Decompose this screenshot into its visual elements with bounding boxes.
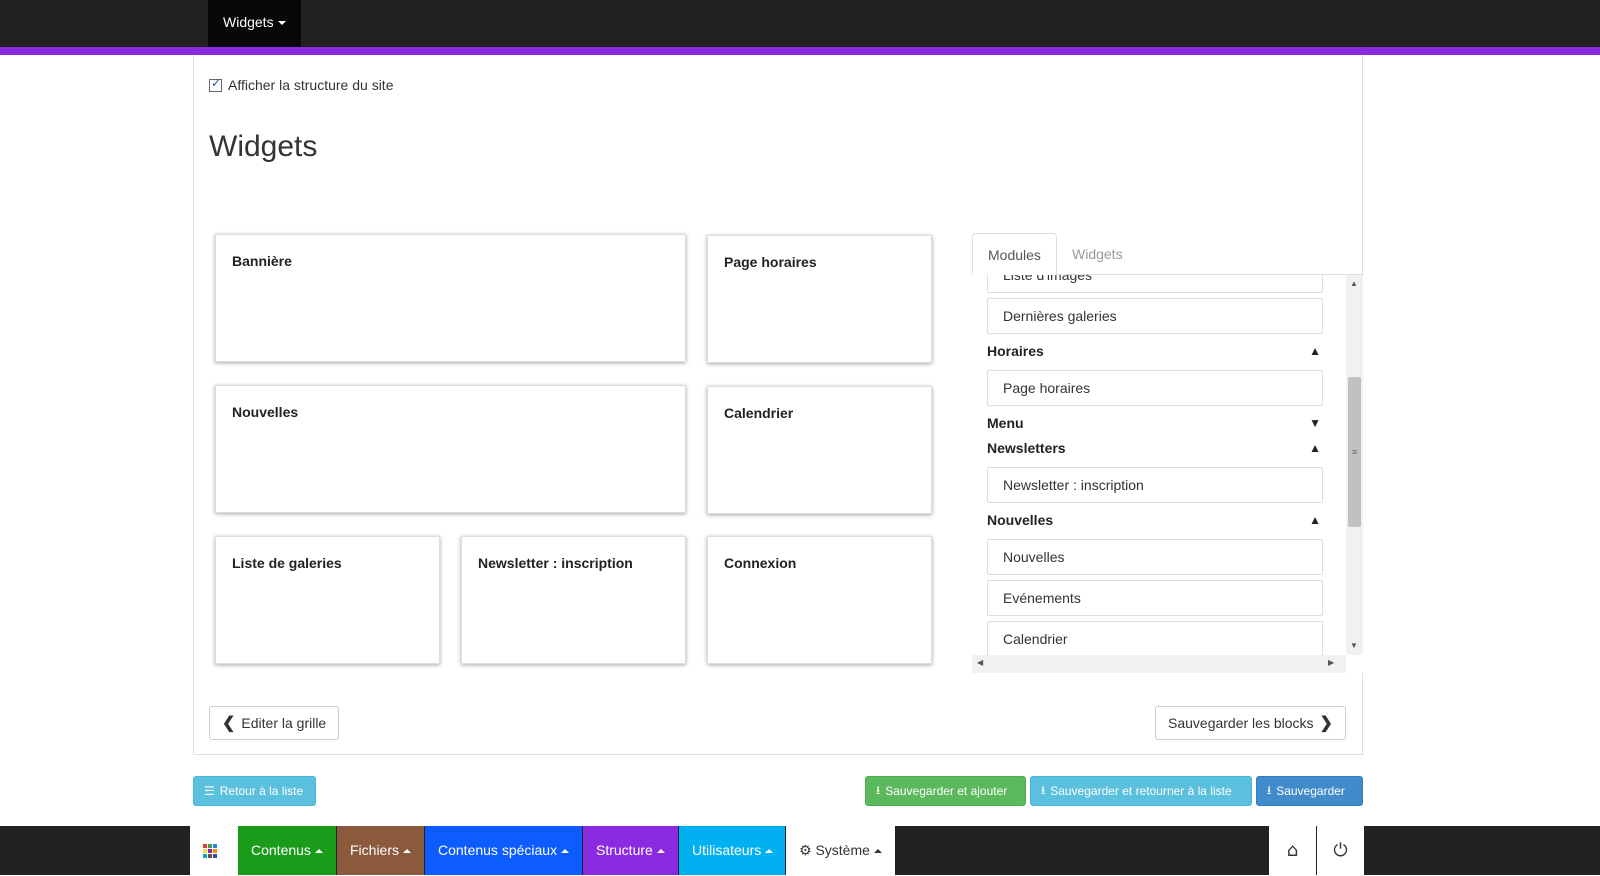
scroll-up-arrow-icon[interactable]: ▲ [1350,279,1358,288]
chevron-up-icon[interactable]: ▲ [1309,339,1321,363]
module-group-horaires[interactable]: Horaires ▲ [987,339,1323,363]
module-group-label: Newsletters [987,440,1066,456]
module-item-nouvelles[interactable]: Nouvelles [987,539,1323,575]
module-group-nouvelles[interactable]: Nouvelles ▲ [987,508,1323,532]
module-group-newsletters[interactable]: Newsletters ▲ [987,436,1323,460]
menu-systeme-label: Système [815,842,870,858]
menu-contenus[interactable]: Contenus [238,826,336,875]
module-tabs: Modules Widgets [972,233,1364,275]
show-structure-label: Afficher la structure du site [228,77,394,93]
module-group-label: Horaires [987,343,1044,359]
menu-contenus-speciaux[interactable]: Contenus spéciaux [425,826,582,875]
download-icon: ⭳ [1041,782,1046,797]
block-banniere[interactable]: Bannière [215,234,686,362]
block-page-horaires[interactable]: Page horaires [707,235,932,363]
scroll-down-arrow-icon[interactable]: ▼ [1350,641,1358,650]
gear-icon: ⚙ [799,843,812,859]
caret-up-icon [765,849,774,854]
block-label: Page horaires [724,254,817,270]
edit-grid-button[interactable]: ❮ Editer la grille [209,706,340,740]
page-title: Widgets [209,130,318,163]
chevron-up-icon[interactable]: ▲ [1309,436,1321,460]
widgets-dropdown[interactable]: Widgets [208,0,301,47]
block-label: Nouvelles [232,404,299,420]
module-item-newsletter[interactable]: Newsletter : inscription [987,467,1323,503]
scroll-right-arrow-icon[interactable]: ▶ [1328,658,1334,667]
home-icon: ⌂ [1286,840,1299,861]
menu-structure[interactable]: Structure [583,826,678,875]
caret-up-icon [873,849,882,854]
block-label: Liste de galeries [232,555,342,571]
block-calendrier[interactable]: Calendrier [707,386,932,514]
module-item-page-horaires[interactable]: Page horaires [987,370,1323,406]
show-structure-checkbox[interactable]: Afficher la structure du site [209,76,394,93]
back-to-list-label: Retour à la liste [219,784,304,798]
menu-contenus-speciaux-label: Contenus spéciaux [438,842,558,858]
scroll-left-arrow-icon[interactable]: ◀ [977,658,983,667]
module-item-evenements[interactable]: Evénements [987,580,1323,616]
back-to-list-button[interactable]: ☰ Retour à la liste [193,776,316,806]
checkbox-icon[interactable] [209,76,222,92]
vertical-scrollbar[interactable]: ▲ ≡ ▼ [1346,275,1363,655]
menu-utilisateurs-label: Utilisateurs [692,842,762,858]
bottom-navbar: Contenus Fichiers Contenus spéciaux Stru… [0,826,1600,875]
save-blocks-button[interactable]: Sauvegarder les blocks ❯ [1155,706,1346,740]
caret-up-icon [403,849,412,854]
block-connexion[interactable]: Connexion [707,536,932,664]
tab-modules[interactable]: Modules [972,233,1057,275]
menu-structure-label: Structure [596,842,653,858]
save-label: Sauvegarder [1276,784,1345,798]
block-label: Newsletter : inscription [478,555,633,571]
tab-widgets[interactable]: Widgets [1057,233,1138,275]
block-liste-galeries[interactable]: Liste de galeries [215,536,440,664]
top-navbar: Widgets [0,0,1600,55]
module-item-liste-images[interactable]: Liste d'images [987,275,1323,293]
caret-up-icon [314,849,323,854]
chevron-down-icon[interactable]: ▼ [1309,411,1321,435]
block-label: Bannière [232,253,292,269]
download-icon: ⭳ [876,782,881,797]
chevron-right-icon: ❯ [1319,715,1333,732]
module-group-label: Menu [987,415,1024,431]
power-icon: ⏻ [1333,840,1348,861]
save-button[interactable]: ⭳ Sauvegarder [1256,776,1363,806]
save-and-add-label: Sauvegarder et ajouter [885,784,1008,798]
block-nouvelles[interactable]: Nouvelles [215,385,686,513]
save-and-add-button[interactable]: ⭳ Sauvegarder et ajouter [865,776,1026,806]
scrollbar-thumb[interactable]: ≡ [1348,377,1361,527]
module-group-menu[interactable]: Menu ▼ [987,411,1323,435]
module-list[interactable]: Liste d'images Dernières galeries Horair… [972,275,1363,673]
menu-fichiers-label: Fichiers [350,842,400,858]
grip-icon: ≡ [1352,447,1358,457]
save-and-return-label: Sauvegarder et retourner à la liste [1050,784,1232,798]
module-item-calendrier[interactable]: Calendrier [987,621,1323,657]
block-newsletter[interactable]: Newsletter : inscription [461,536,686,664]
widgets-panel: Afficher la structure du site Widgets Ba… [193,55,1364,755]
apps-grid-icon [203,844,217,859]
list-icon: ☰ [204,784,215,798]
block-label: Connexion [724,555,797,571]
module-group-label: Nouvelles [987,512,1054,528]
download-icon: ⭳ [1267,782,1272,797]
menu-fichiers[interactable]: Fichiers [337,826,424,875]
horizontal-scrollbar[interactable]: ◀ ▶ [972,655,1346,673]
block-label: Calendrier [724,405,794,421]
logout-button[interactable]: ⏻ [1317,826,1364,875]
caret-up-icon [561,849,570,854]
home-button[interactable]: ⌂ [1269,826,1316,875]
menu-contenus-label: Contenus [251,842,311,858]
module-item-dernieres-galeries[interactable]: Dernières galeries [987,298,1323,334]
apps-menu-button[interactable] [190,826,238,875]
chevron-up-icon[interactable]: ▲ [1309,508,1321,532]
caret-up-icon [656,849,665,854]
menu-utilisateurs[interactable]: Utilisateurs [679,826,785,875]
save-blocks-label: Sauvegarder les blocks [1168,715,1314,731]
menu-systeme[interactable]: ⚙ Système [786,826,895,875]
widgets-dropdown-label: Widgets [223,14,274,30]
chevron-left-icon: ❮ [222,715,236,732]
edit-grid-label: Editer la grille [241,715,327,731]
save-and-return-button[interactable]: ⭳ Sauvegarder et retourner à la liste [1030,776,1252,806]
caret-down-icon [277,21,286,26]
